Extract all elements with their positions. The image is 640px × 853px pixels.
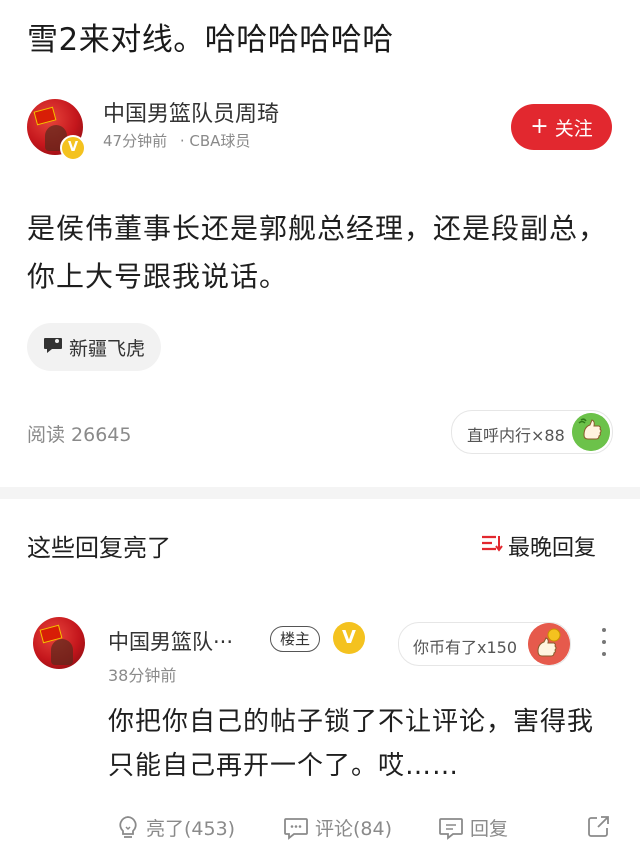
more-icon[interactable] <box>598 628 610 656</box>
sort-label: 最晚回复 <box>508 536 597 561</box>
author-role: · CBA球员 <box>179 132 251 150</box>
chat-bubble-icon <box>43 336 63 359</box>
post-time: 47分钟前 <box>103 132 168 150</box>
topic-tag[interactable]: 新疆飞虎 <box>27 323 162 371</box>
reply-label: 回复 <box>470 818 509 840</box>
author-name[interactable]: 中国男篮队员周琦 <box>103 96 279 128</box>
sort-button[interactable]: 最晚回复 <box>480 530 596 562</box>
post-meta: 47分钟前 · CBA球员 <box>103 130 250 151</box>
comment-time: 38分钟前 <box>108 666 177 685</box>
topic-tag-label: 新疆飞虎 <box>69 337 146 360</box>
coin-emoji-icon <box>528 623 570 665</box>
follow-button[interactable]: + 关注 <box>511 104 612 150</box>
verified-icon: V <box>333 622 365 654</box>
comment-icon <box>283 816 309 840</box>
comment-author-name[interactable]: 中国男篮队··· <box>108 626 233 656</box>
post-content: 是侯伟董事长还是郭舰总经理，还是段副总，你上大号跟我说话。 <box>27 212 608 293</box>
coin-label: 你币有了x150 <box>413 638 518 657</box>
like-label: 亮了(453) <box>146 818 236 840</box>
reward-chip[interactable]: 直呼内行×88 <box>451 410 613 454</box>
post-title: 雪2来对线。哈哈哈哈哈哈 <box>27 22 394 58</box>
sort-icon <box>480 533 504 559</box>
comment-button[interactable]: 评论(84) <box>283 814 392 841</box>
share-button[interactable] <box>585 814 611 840</box>
comment-avatar[interactable] <box>33 617 85 669</box>
op-badge: 楼主 <box>270 626 321 652</box>
read-count: 阅读 26645 <box>27 424 132 446</box>
verified-icon: V <box>60 135 86 161</box>
like-button[interactable]: 亮了(453) <box>116 814 235 841</box>
lightbulb-icon <box>116 815 140 841</box>
plus-icon: + <box>530 114 549 139</box>
share-icon <box>585 814 611 840</box>
reply-button[interactable]: 回复 <box>438 814 508 841</box>
replies-title: 这些回复亮了 <box>27 534 171 562</box>
reply-icon <box>438 816 464 840</box>
follow-label: 关注 <box>554 117 593 140</box>
thumbs-emoji-icon <box>572 413 610 451</box>
coin-chip[interactable]: 你币有了x150 <box>398 622 571 666</box>
reward-label: 直呼内行×88 <box>467 426 565 445</box>
comment-label: 评论(84) <box>315 818 393 840</box>
comment-actions: 亮了(453) 评论(84) 回复 <box>0 810 640 850</box>
section-divider <box>0 487 640 499</box>
comment-text: 你把你自己的帖子锁了不让评论，害得我只能自己再开一个了。哎…… <box>108 707 595 781</box>
